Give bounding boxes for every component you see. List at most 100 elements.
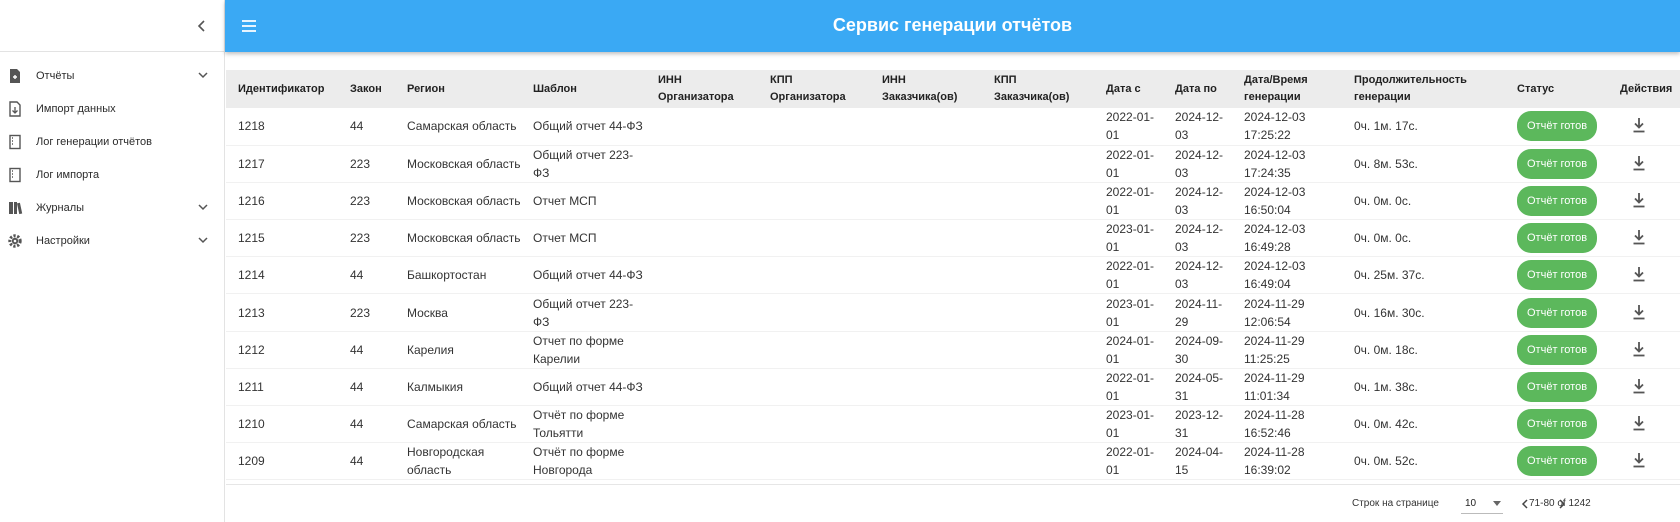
sidebar: Отчёты Импорт данных Лог генерации отчёт… [0,0,225,522]
cell-status: Отчёт готов [1505,145,1608,182]
table-header: Идентификатор Закон Регион Шаблон ИНН Ор… [226,70,1680,108]
sidebar-item-label: Лог генерации отчётов [36,135,153,148]
cell-law: 223 [350,305,371,320]
column-header[interactable]: Дата по [1163,70,1232,108]
cell-template: Общий отчет 44-ФЗ [533,379,643,394]
cell-region: Башкортостан [407,268,487,283]
sidebar-item-journals[interactable]: Журналы [0,191,224,224]
cell-kpp-cust [982,257,1094,294]
cell-kpp-org [758,294,870,331]
download-button[interactable] [1628,338,1650,360]
cell-date-to: 2024-12-03 [1175,259,1224,292]
cell-generated: 2024-11-29 12:06:54 [1244,296,1305,329]
table-body: 1218 44 Самарская область Общий отчет 44-ФЗ… [226,108,1680,480]
reports-table-container: Идентификатор Закон Регион Шаблон ИНН Ор… [226,70,1680,480]
sidebar-item-label: Лог импорта [36,168,100,181]
column-header[interactable]: Дата/Время генерации [1232,70,1342,108]
cell-kpp-org [758,220,870,257]
cell-actions [1608,257,1680,294]
cell-id: 1211 [238,379,264,394]
cell-actions [1608,220,1680,257]
column-header[interactable]: КПП Заказчика(ов) [982,70,1094,108]
column-header[interactable]: Продолжительность генерации [1342,70,1505,108]
cell-date-from: 2022-01-01 [1106,147,1155,180]
chevron-down-icon[interactable] [196,68,210,82]
column-header[interactable]: Регион [395,70,521,108]
table-row: 1214 44 Башкортостан Общий отчет 44-ФЗ 2022-… [226,257,1680,294]
cell-date-from: 2022-01-01 [1106,445,1155,478]
cell-date-to: 2024-12-03 [1175,110,1224,143]
column-header[interactable]: Дата с [1094,70,1163,108]
cell-date-to: 2024-11-29 [1175,296,1223,329]
sidebar-item-reports[interactable]: Отчёты [0,59,224,92]
sidebar-item-generation-log[interactable]: Лог генерации отчётов [0,125,224,158]
cell-kpp-cust [982,108,1094,145]
download-button[interactable] [1628,152,1650,174]
download-button[interactable] [1628,301,1650,323]
download-button[interactable] [1628,226,1650,248]
cell-law: 44 [350,342,364,357]
column-header[interactable]: ИНН Заказчика(ов) [870,70,982,108]
column-header[interactable]: Идентификатор [226,70,338,108]
next-page-button[interactable] [1553,495,1571,513]
cell-region: Московская область [407,156,521,171]
status-badge: Отчёт готов [1517,148,1598,179]
download-button[interactable] [1628,412,1650,434]
cell-inn-cust [870,220,982,257]
sidebar-item-settings[interactable]: Настройки [0,224,224,257]
sidebar-item-import-log[interactable]: Лог импорта [0,158,224,191]
status-badge: Отчёт готов [1517,185,1598,216]
cell-duration: 0ч. 0м. 42с. [1354,417,1418,432]
cell-duration: 0ч. 1м. 17с. [1354,119,1418,134]
cell-date-from: 2023-01-01 [1106,408,1155,441]
download-button[interactable] [1628,375,1650,397]
import-icon [6,100,24,118]
cell-status: Отчёт готов [1505,257,1608,294]
download-button[interactable] [1628,114,1650,136]
download-icon [1633,304,1645,319]
download-button[interactable] [1628,189,1650,211]
table-row: 1213 223 Москва Общий отчет 223-ФЗ 2023-01-0… [226,294,1680,332]
cell-date-to: 2024-05-31 [1175,370,1224,403]
download-icon [1633,192,1645,208]
cell-date-to: 2023-12-31 [1175,408,1224,441]
sidebar-item-label: Отчёты [36,69,75,82]
chevron-down-icon[interactable] [196,233,210,247]
sidebar-item-import[interactable]: Импорт данных [0,92,224,125]
collapse-sidebar-button[interactable] [190,14,214,38]
cell-kpp-cust [982,294,1094,331]
column-header[interactable]: Статус [1505,70,1608,108]
cell-inn-org [646,145,758,182]
cell-date-to: 2024-12-03 [1175,184,1224,217]
cell-id: 1216 [238,193,265,208]
cell-status: Отчёт готов [1505,108,1608,145]
cell-inn-cust [870,443,982,480]
chevron-right-icon [1559,499,1566,509]
download-button[interactable] [1628,263,1650,285]
download-button[interactable] [1628,449,1650,471]
status-badge: Отчёт готов [1517,409,1598,440]
log-icon [6,166,24,184]
previous-page-button[interactable] [1516,495,1534,513]
cell-region: Московская область [407,231,521,246]
chevron-down-icon[interactable] [196,200,210,214]
cell-inn-org [646,368,758,405]
cell-status: Отчёт готов [1505,331,1608,368]
journal-icon [6,199,24,217]
cell-kpp-cust [982,145,1094,182]
chevron-left-icon [197,20,205,32]
cell-kpp-cust [982,368,1094,405]
table-row: 1210 44 Самарская область Отчёт по форме То… [226,406,1680,443]
cell-region: Московская область [407,193,521,208]
column-header[interactable]: Шаблон [521,70,646,108]
column-header[interactable]: ИНН Организатора [646,70,758,108]
cell-id: 1214 [238,268,265,283]
cell-generated: 2024-12-03 16:49:28 [1244,222,1306,255]
table-row: 1217 223 Московская область Общий отчет 223… [226,145,1680,183]
cell-region: Карелия [407,342,454,357]
cell-actions [1608,145,1680,182]
column-header[interactable]: Закон [338,70,395,108]
rows-per-page-select[interactable]: 10 [1461,494,1503,514]
column-header[interactable]: КПП Организатора [758,70,870,108]
status-badge: Отчёт готов [1517,446,1598,477]
